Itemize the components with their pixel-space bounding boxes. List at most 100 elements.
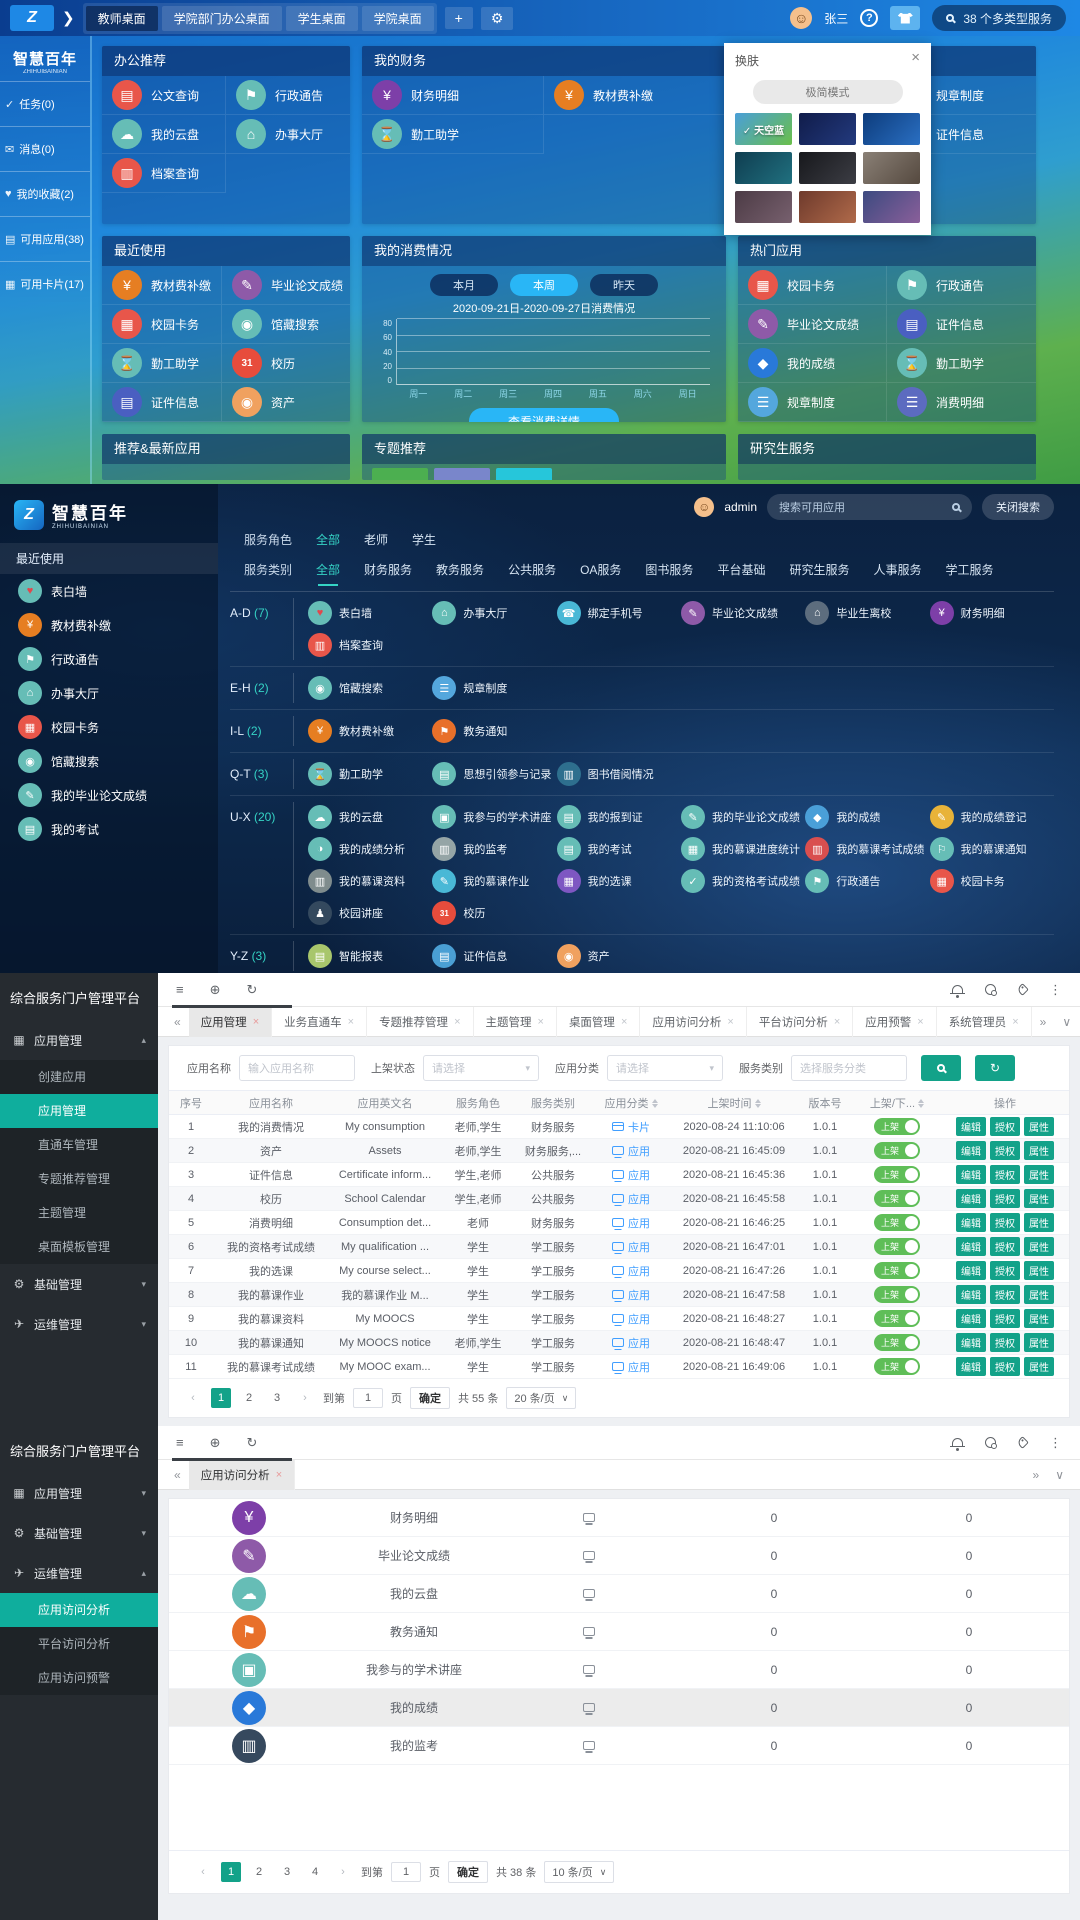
per-page-select[interactable]: 10 条/页∨ bbox=[544, 1861, 614, 1883]
app-item[interactable]: ¥财务明细 bbox=[362, 76, 544, 115]
workspace-tab[interactable]: 应用预警× bbox=[853, 1007, 936, 1037]
tag-icon[interactable] bbox=[1016, 983, 1029, 996]
workspace-tab[interactable]: 主题管理× bbox=[474, 1007, 557, 1037]
app-item[interactable]: ⌂办事大厅 bbox=[432, 598, 556, 628]
notifications-bell-icon[interactable] bbox=[952, 1438, 963, 1447]
app-item[interactable]: ✎我的毕业论文成绩 bbox=[681, 802, 805, 832]
jump-page-input[interactable]: 1 bbox=[391, 1862, 421, 1882]
skin-theme-thumb[interactable] bbox=[799, 152, 856, 184]
app-item[interactable]: ✎毕业论文成绩 bbox=[222, 266, 350, 305]
action-button[interactable]: 属性 bbox=[1024, 1189, 1054, 1208]
skin-theme-thumb[interactable] bbox=[863, 191, 920, 223]
action-button[interactable]: 授权 bbox=[990, 1333, 1020, 1352]
publish-toggle[interactable]: 上架 bbox=[874, 1142, 920, 1159]
skin-theme-thumb[interactable] bbox=[799, 191, 856, 223]
prev-page-button[interactable]: ‹ bbox=[193, 1862, 213, 1882]
app-item[interactable]: ◉馆藏搜索 bbox=[222, 305, 350, 344]
filter-select[interactable]: 请选择▾ bbox=[607, 1055, 723, 1081]
submenu-item[interactable]: 应用管理 bbox=[0, 1094, 158, 1128]
workspace-tab[interactable]: 平台访问分析× bbox=[747, 1007, 853, 1037]
desktop-tab[interactable]: 教师桌面 bbox=[86, 6, 158, 31]
filter-option[interactable]: 老师 bbox=[364, 531, 388, 548]
table-row[interactable]: 9我的慕课资料My MOOCS学生学工服务应用2020-08-21 16:48:… bbox=[169, 1307, 1069, 1331]
change-skin-button[interactable] bbox=[890, 6, 920, 30]
skin-theme-thumb[interactable] bbox=[799, 113, 856, 145]
theme-palette-icon[interactable] bbox=[985, 984, 996, 995]
page-number[interactable]: 1 bbox=[221, 1862, 241, 1882]
submenu-item[interactable]: 直通车管理 bbox=[0, 1128, 158, 1162]
app-item[interactable]: ▥我的慕课考试成绩 bbox=[805, 834, 929, 864]
app-item[interactable]: ✎我的慕课作业 bbox=[432, 866, 556, 896]
app-item[interactable]: ▥我的监考 bbox=[432, 834, 556, 864]
analysis-row[interactable]: ☁我的云盘00 bbox=[169, 1575, 1069, 1613]
filter-option[interactable]: 学生 bbox=[412, 531, 436, 548]
admin-avatar[interactable]: ☺ bbox=[694, 497, 714, 517]
app-item[interactable]: ▦我的慕课进度统计 bbox=[681, 834, 805, 864]
publish-toggle[interactable]: 上架 bbox=[874, 1262, 920, 1279]
app-item[interactable]: ⌛勤工助学 bbox=[102, 344, 222, 383]
sort-icon[interactable] bbox=[918, 1099, 924, 1108]
close-tab-icon[interactable]: × bbox=[917, 1016, 923, 1028]
action-button[interactable]: 属性 bbox=[1024, 1333, 1054, 1352]
app-item[interactable]: ▥档案查询 bbox=[308, 630, 432, 660]
submenu-item[interactable]: 应用访问分析 bbox=[0, 1593, 158, 1627]
publish-toggle[interactable]: 上架 bbox=[874, 1238, 920, 1255]
jump-page-input[interactable]: 1 bbox=[353, 1388, 383, 1408]
app-item[interactable]: ♥表白墙 bbox=[308, 598, 432, 628]
publish-toggle[interactable]: 上架 bbox=[874, 1310, 920, 1327]
app-item[interactable]: ♟校园讲座 bbox=[308, 898, 432, 928]
skin-theme-thumb[interactable] bbox=[735, 191, 792, 223]
submenu-item[interactable]: 创建应用 bbox=[0, 1060, 158, 1094]
action-button[interactable]: 编辑 bbox=[956, 1189, 986, 1208]
action-button[interactable]: 授权 bbox=[990, 1357, 1020, 1376]
expand-arrow-icon[interactable]: ❯ bbox=[62, 9, 75, 27]
theme-palette-icon[interactable] bbox=[985, 1437, 996, 1448]
app-item[interactable]: ▦校园卡务 bbox=[0, 710, 218, 744]
submenu-item[interactable]: 专题推荐管理 bbox=[0, 1162, 158, 1196]
app-item[interactable]: ▦校园卡务 bbox=[930, 866, 1054, 896]
analysis-row[interactable]: ¥财务明细00 bbox=[169, 1499, 1069, 1537]
next-page-button[interactable]: › bbox=[295, 1388, 315, 1408]
publish-toggle[interactable]: 上架 bbox=[874, 1286, 920, 1303]
action-button[interactable]: 属性 bbox=[1024, 1141, 1054, 1160]
filter-option[interactable]: 图书服务 bbox=[645, 561, 693, 578]
app-item[interactable]: ▦校园卡务 bbox=[102, 305, 222, 344]
table-row[interactable]: 1我的消费情况My consumption老师,学生财务服务卡片2020-08-… bbox=[169, 1115, 1069, 1139]
table-row[interactable]: 11我的慕课考试成绩My MOOC exam...学生学工服务应用2020-08… bbox=[169, 1355, 1069, 1379]
menu-item[interactable]: ⚙基础管理▾ bbox=[0, 1264, 158, 1304]
tabs-scroll-left-icon[interactable]: « bbox=[166, 1015, 189, 1029]
app-item[interactable]: ▤证件信息 bbox=[887, 305, 1036, 344]
app-item[interactable]: ✓我的资格考试成绩 bbox=[681, 866, 805, 896]
page-number[interactable]: 2 bbox=[249, 1862, 269, 1882]
close-tab-icon[interactable]: × bbox=[454, 1016, 460, 1028]
filter-option[interactable]: 平台基础 bbox=[717, 561, 765, 578]
menu-list-icon[interactable]: ≡ bbox=[176, 982, 184, 997]
user-avatar[interactable]: ☺ bbox=[790, 7, 812, 29]
app-category-link[interactable]: 应用 bbox=[591, 1239, 671, 1255]
action-button[interactable]: 属性 bbox=[1024, 1165, 1054, 1184]
app-item[interactable]: ◆我的成绩 bbox=[738, 344, 887, 383]
app-search-input[interactable]: 搜索可用应用 bbox=[767, 494, 972, 520]
skin-theme-thumb[interactable] bbox=[735, 152, 792, 184]
app-item[interactable]: ☰规章制度 bbox=[738, 383, 887, 422]
settings-gear-icon[interactable]: ⚙ bbox=[481, 7, 514, 30]
action-button[interactable]: 属性 bbox=[1024, 1237, 1054, 1256]
skin-theme-thumb[interactable] bbox=[863, 152, 920, 184]
app-category-link[interactable]: 卡片 bbox=[591, 1119, 671, 1135]
refresh-icon[interactable]: ↻ bbox=[247, 982, 258, 998]
workspace-tab[interactable]: 应用访问分析× bbox=[189, 1460, 295, 1490]
action-button[interactable]: 编辑 bbox=[956, 1333, 986, 1352]
close-tab-icon[interactable]: × bbox=[621, 1016, 627, 1028]
topic-thumb[interactable] bbox=[434, 468, 490, 480]
close-search-button[interactable]: 关闭搜索 bbox=[982, 494, 1054, 520]
action-button[interactable]: 编辑 bbox=[956, 1357, 986, 1376]
app-category-link[interactable]: 应用 bbox=[591, 1287, 671, 1303]
analysis-row[interactable]: ▥我的监考00 bbox=[169, 1727, 1069, 1765]
app-category-link[interactable]: 应用 bbox=[591, 1359, 671, 1375]
filter-input[interactable]: 选择服务分类 bbox=[791, 1055, 907, 1081]
app-item[interactable]: ◉馆藏搜索 bbox=[308, 673, 432, 703]
sort-icon[interactable] bbox=[652, 1099, 658, 1108]
publish-toggle[interactable]: 上架 bbox=[874, 1190, 920, 1207]
app-category-link[interactable]: 应用 bbox=[591, 1215, 671, 1231]
close-tab-icon[interactable]: × bbox=[276, 1469, 282, 1481]
